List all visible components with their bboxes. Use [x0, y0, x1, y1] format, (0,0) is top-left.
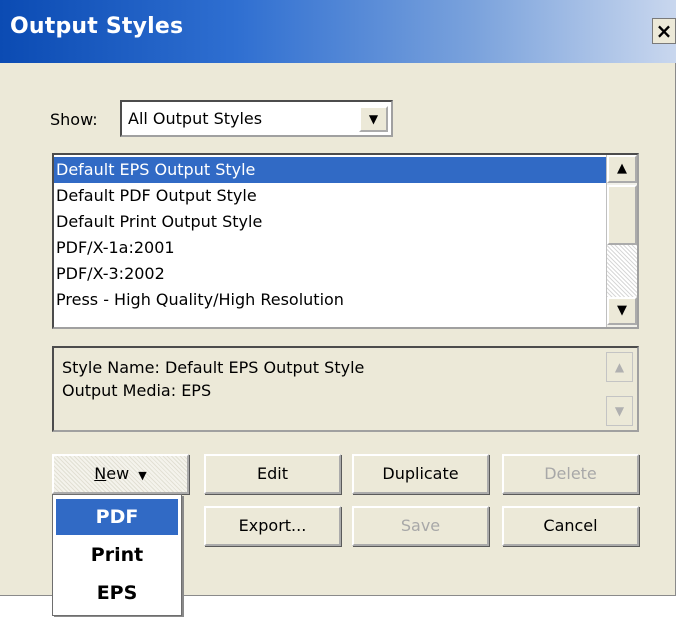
- output-media-text: Output Media: EPS: [62, 381, 212, 400]
- show-dropdown-value: All Output Styles: [128, 109, 263, 128]
- close-icon: ×: [655, 19, 673, 43]
- menu-item-pdf[interactable]: PDF: [56, 499, 178, 535]
- scroll-down-button[interactable]: ▼: [607, 297, 637, 325]
- dialog-title: Output Styles: [10, 14, 184, 39]
- new-button-mnemonic: N: [94, 464, 107, 483]
- arrow-up-icon: ▲: [617, 161, 627, 176]
- edit-button[interactable]: Edit: [204, 454, 341, 494]
- export-button[interactable]: Export...: [204, 506, 341, 546]
- info-scrollbar: ▲ ▼: [606, 352, 633, 426]
- info-scroll-down-button: ▼: [606, 396, 633, 426]
- menu-item-eps[interactable]: EPS: [56, 575, 178, 611]
- info-scroll-up-button: ▲: [606, 352, 633, 382]
- list-item[interactable]: PDF/X-3:2002: [54, 261, 609, 287]
- output-styles-list[interactable]: Default EPS Output Style Default PDF Out…: [52, 153, 639, 329]
- arrow-up-icon: ▲: [614, 360, 625, 374]
- arrow-down-icon: ▼: [617, 303, 627, 318]
- new-style-menu: PDF Print EPS: [52, 494, 182, 616]
- duplicate-button[interactable]: Duplicate: [352, 454, 489, 494]
- chevron-down-icon: ▼: [368, 112, 379, 126]
- style-name-text: Style Name: Default EPS Output Style: [62, 358, 365, 377]
- close-button[interactable]: ×: [652, 18, 676, 44]
- show-label: Show:: [50, 110, 98, 129]
- save-button[interactable]: Save: [352, 506, 489, 546]
- list-item[interactable]: PDF/X-1a:2001: [54, 235, 609, 261]
- arrow-down-icon: ▼: [614, 404, 625, 418]
- dropdown-arrow-button[interactable]: ▼: [359, 106, 388, 132]
- list-item[interactable]: Default Print Output Style: [54, 209, 609, 235]
- scroll-track[interactable]: [607, 245, 637, 297]
- scroll-up-button[interactable]: ▲: [607, 155, 637, 183]
- menu-item-print[interactable]: Print: [56, 537, 178, 573]
- delete-button[interactable]: Delete: [502, 454, 639, 494]
- show-dropdown[interactable]: All Output Styles ▼: [120, 100, 393, 137]
- new-button[interactable]: New ▼: [52, 454, 189, 494]
- list-scrollbar[interactable]: ▲ ▼: [606, 155, 637, 327]
- list-item[interactable]: Default EPS Output Style: [54, 157, 609, 183]
- new-button-label: ew: [106, 464, 130, 483]
- title-bar[interactable]: Output Styles ×: [0, 0, 676, 63]
- list-item[interactable]: Default PDF Output Style: [54, 183, 609, 209]
- scroll-thumb[interactable]: [607, 185, 637, 245]
- dropdown-triangle-icon: ▼: [138, 469, 147, 482]
- cancel-button[interactable]: Cancel: [502, 506, 639, 546]
- style-info-box: Style Name: Default EPS Output Style Out…: [52, 346, 639, 432]
- list-item[interactable]: Press - High Quality/High Resolution: [54, 287, 609, 313]
